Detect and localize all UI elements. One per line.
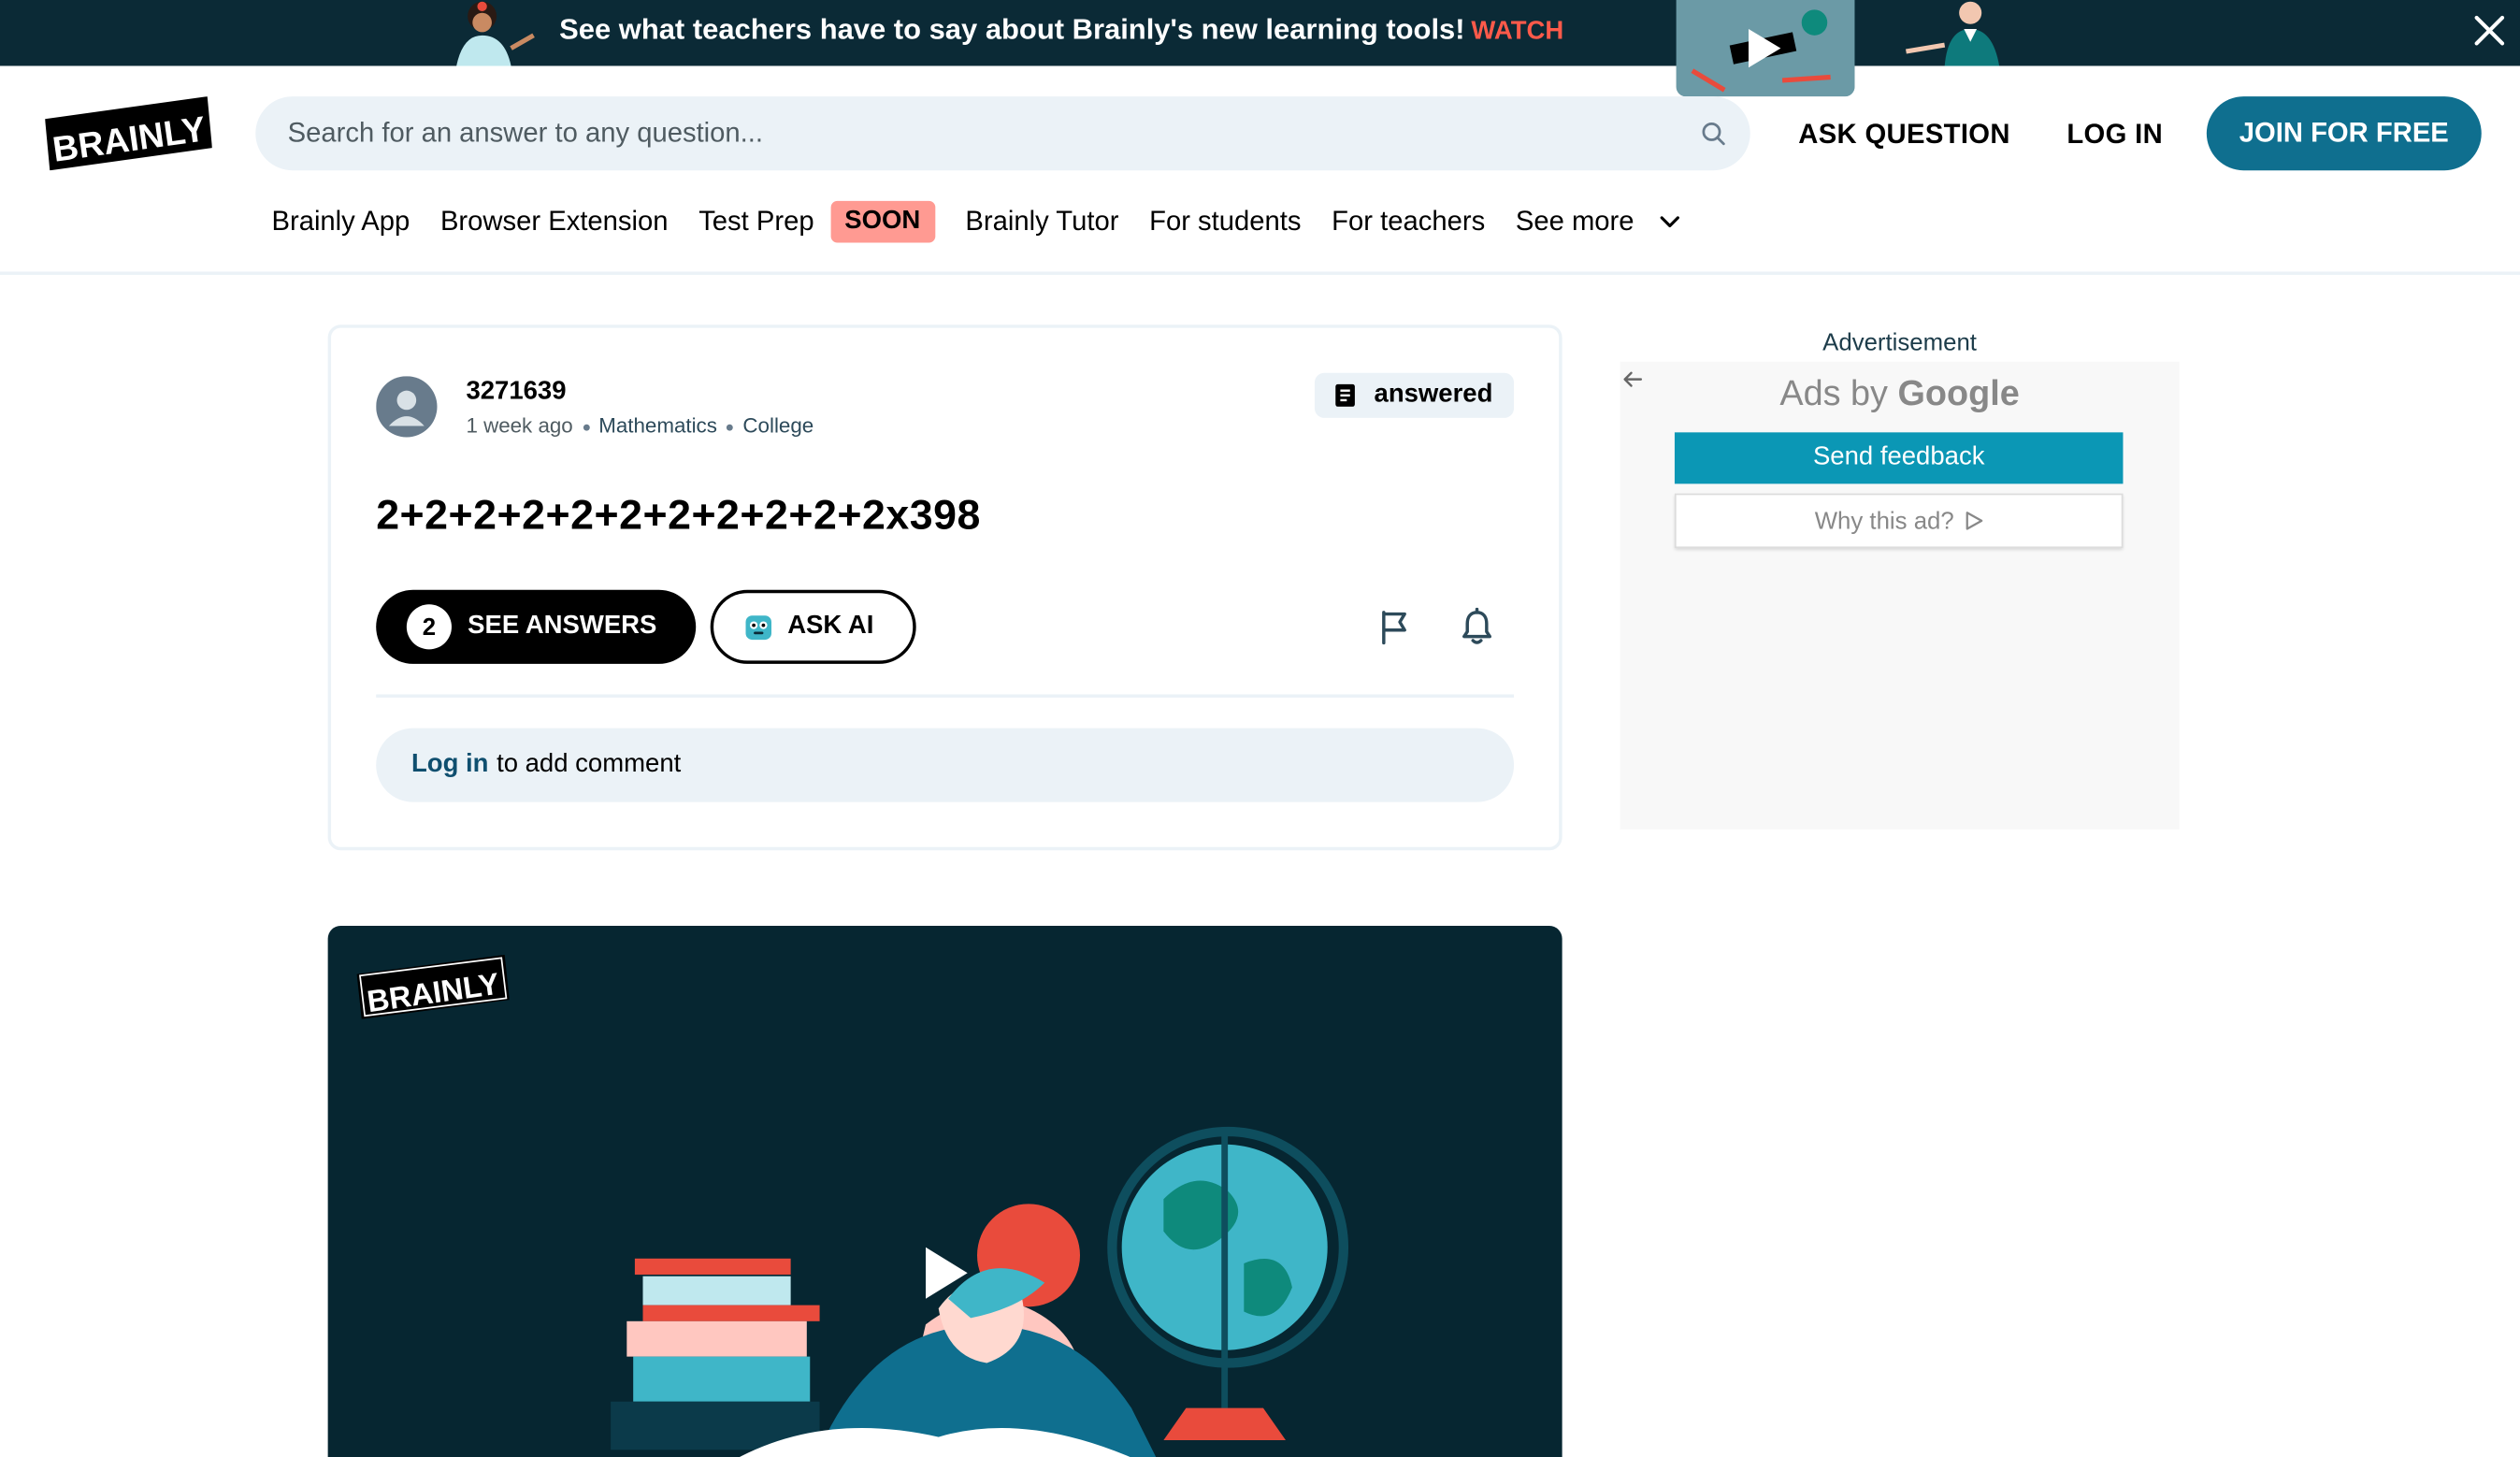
ai-robot-icon [745, 615, 771, 641]
bell-icon[interactable] [1460, 607, 1495, 646]
brainly-logo[interactable]: BRAINLY [45, 96, 212, 171]
log-in-link[interactable]: LOG IN [2066, 119, 2163, 151]
presenter-illustration [1906, 1, 2000, 66]
flag-icon[interactable] [1377, 609, 1413, 645]
nav-browser-extension[interactable]: Browser Extension [440, 206, 669, 238]
ask-ai-button[interactable]: ASK AI [710, 589, 916, 664]
subject-link[interactable]: Mathematics [598, 413, 717, 438]
answered-label: answered [1374, 381, 1493, 409]
see-answers-label: SEE ANSWERS [468, 612, 657, 641]
header-divider [0, 271, 2520, 275]
sub-navigation: Brainly App Browser Extension Test Prep … [271, 199, 1680, 244]
nav-brainly-app[interactable]: Brainly App [271, 206, 410, 238]
question-author[interactable]: 3271639 [466, 378, 566, 407]
comment-prompt: to add comment [497, 750, 682, 778]
meta-separator [727, 423, 734, 430]
close-icon[interactable] [2469, 9, 2511, 51]
nav-test-prep[interactable]: Test Prep [698, 206, 814, 238]
answers-count: 2 [406, 604, 452, 650]
question-text: 2+2+2+2+2+2+2+2+2+2+2x398 [376, 490, 981, 539]
nav-brainly-tutor[interactable]: Brainly Tutor [965, 206, 1118, 238]
search-icon[interactable] [1700, 121, 1726, 147]
ads-by-google: Ads by Google [1779, 372, 2020, 413]
student-studying-illustration [611, 1126, 1349, 1457]
watch-link[interactable]: WATCH [1471, 18, 1563, 45]
meta-separator [583, 423, 589, 430]
ask-question-link[interactable]: ASK QUESTION [1798, 119, 2010, 151]
ask-ai-label: ASK AI [787, 612, 874, 641]
ad-choices-icon [1966, 512, 1983, 530]
send-feedback-button[interactable]: Send feedback [1674, 432, 2124, 484]
play-icon[interactable] [926, 1247, 968, 1299]
teacher-illustration [456, 1, 535, 66]
add-comment-box[interactable]: Log in to add comment [376, 728, 1515, 802]
level-link[interactable]: College [742, 413, 814, 438]
answered-icon [1335, 383, 1355, 407]
chevron-down-icon[interactable] [1658, 210, 1680, 233]
why-this-ad-label: Why this ad? [1814, 507, 1954, 535]
nav-see-more[interactable]: See more [1516, 206, 1634, 238]
question-divider [376, 694, 1515, 698]
promo-banner[interactable]: See what teachers have to say about Brai… [0, 0, 2520, 97]
soon-badge: SOON [829, 200, 935, 243]
search-input[interactable] [287, 96, 1670, 171]
advertisement-label: Advertisement [1822, 329, 1977, 357]
see-answers-button[interactable]: 2 SEE ANSWERS [376, 589, 697, 664]
nav-for-students[interactable]: For students [1149, 206, 1301, 238]
join-for-free-button[interactable]: JOIN FOR FREE [2206, 96, 2482, 171]
why-this-ad-button[interactable]: Why this ad? [1674, 493, 2124, 549]
search-bar[interactable] [255, 96, 1750, 171]
answered-badge: answered [1314, 372, 1515, 418]
promo-text: See what teachers have to say about Brai… [559, 12, 1564, 46]
avatar-icon[interactable] [376, 376, 438, 438]
play-icon[interactable] [1749, 28, 1781, 68]
video-player[interactable]: BRAINLY [327, 926, 1562, 1457]
question-time: 1 week ago [466, 412, 573, 438]
nav-for-teachers[interactable]: For teachers [1332, 206, 1485, 238]
promo-video-thumbnail[interactable] [1676, 0, 1855, 97]
comment-login-link[interactable]: Log in [411, 751, 488, 780]
brainly-video-logo: BRAINLY [356, 954, 510, 1019]
question-meta: 1 week ago Mathematics College [466, 413, 814, 438]
